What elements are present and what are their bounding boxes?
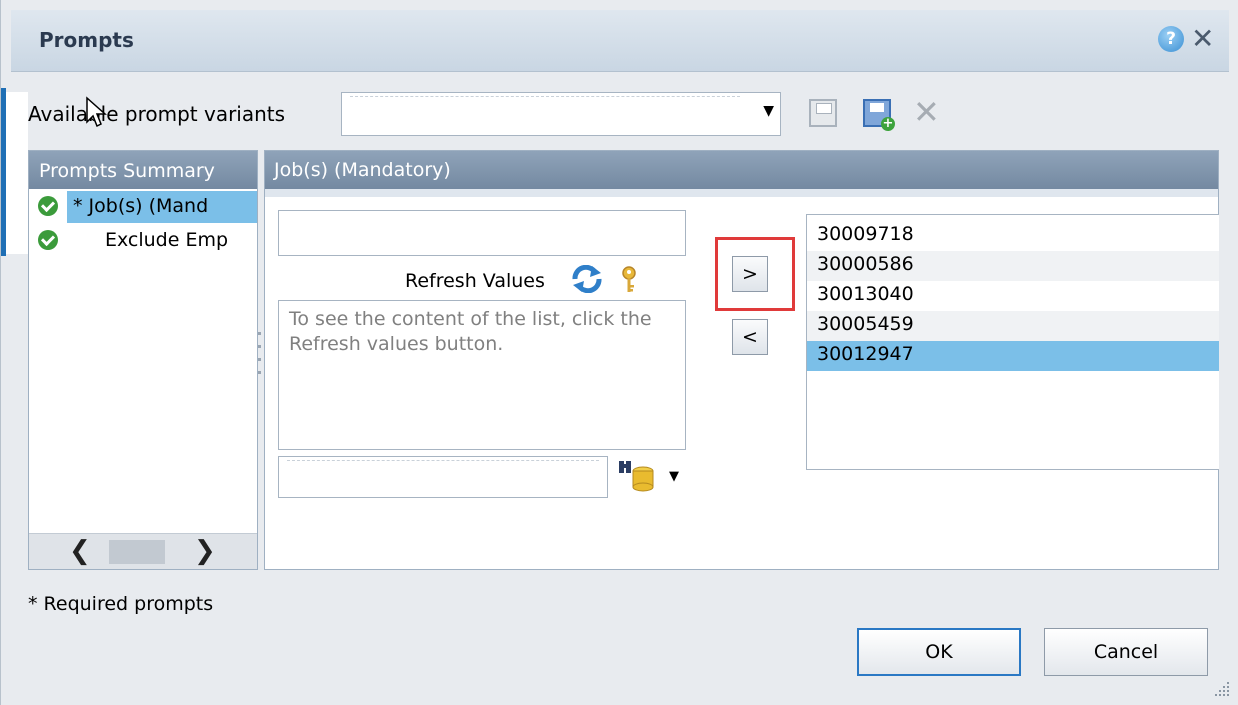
scrollbar-thumb[interactable] [109,540,165,564]
window-edge-background [6,92,28,254]
list-item-selected[interactable]: 30012947 [807,341,1219,371]
refresh-icon[interactable] [571,265,603,293]
delete-icon[interactable]: ✕ [913,93,940,131]
prompt-detail-header: Job(s) (Mandatory) [265,151,1218,189]
chevron-down-icon[interactable]: ▼ [669,469,679,484]
save-icon[interactable] [809,99,837,127]
header-divider [265,189,1218,197]
check-icon [38,196,58,216]
list-item[interactable]: 30000586 [807,251,1219,281]
list-item[interactable]: 30013040 [807,281,1219,311]
horizontal-scrollbar[interactable]: ❮ ❯ [29,533,257,569]
filter-border-detail [287,460,599,461]
prompt-variants-label: Available prompt variants [28,102,286,126]
required-prompts-note: * Required prompts [28,593,214,615]
ok-button[interactable]: OK [857,628,1021,676]
search-values-input[interactable] [278,210,686,256]
prompt-variants-dropdown[interactable]: ▼ [341,92,781,136]
resize-grip-icon[interactable] [1211,678,1231,698]
key-icon[interactable] [619,265,639,295]
close-icon[interactable]: ✕ [1191,22,1214,55]
dropdown-arrow-icon[interactable]: ▼ [763,103,774,119]
database-search-icon[interactable] [617,459,657,493]
splitter-handle[interactable] [257,332,263,390]
combo-border-detail [350,96,740,97]
scroll-left-icon[interactable]: ❮ [69,536,91,566]
prompts-summary-panel: Prompts Summary * Job(s) (Mand Exclude E… [28,150,258,570]
available-values-list[interactable]: To see the content of the list, click th… [278,300,686,450]
add-value-button[interactable]: > [732,256,768,292]
filter-input[interactable] [278,456,608,498]
mouse-cursor-icon [86,96,107,128]
prompt-detail-panel: Job(s) (Mandatory) Refresh Values To see… [264,150,1219,570]
summary-item-label: * Job(s) (Mand [73,195,209,217]
save-as-icon[interactable] [863,99,895,131]
scroll-right-icon[interactable]: ❯ [194,536,216,566]
summary-item-label: Exclude Emp [105,229,229,251]
refresh-values-label: Refresh Values [405,270,545,292]
list-item[interactable]: 30009718 [807,221,1219,251]
help-icon[interactable]: ? [1158,26,1184,52]
dialog-title: Prompts [39,28,134,52]
prompts-dialog: Prompts ? ✕ Available prompt variants ▼ … [0,0,1238,705]
selected-values-list[interactable]: 30009718 30000586 30013040 30005459 3001… [806,214,1219,470]
values-list-hint: To see the content of the list, click th… [289,308,652,355]
title-bar: Prompts ? ✕ [11,10,1229,72]
summary-item-jobs[interactable]: * Job(s) (Mand [29,189,257,223]
summary-item-exclude-employees[interactable]: Exclude Emp [29,223,257,257]
prompts-summary-header: Prompts Summary [29,151,257,189]
check-icon [38,230,58,250]
list-item[interactable]: 30005459 [807,311,1219,341]
cancel-button[interactable]: Cancel [1044,628,1208,676]
remove-value-button[interactable]: < [732,319,768,355]
